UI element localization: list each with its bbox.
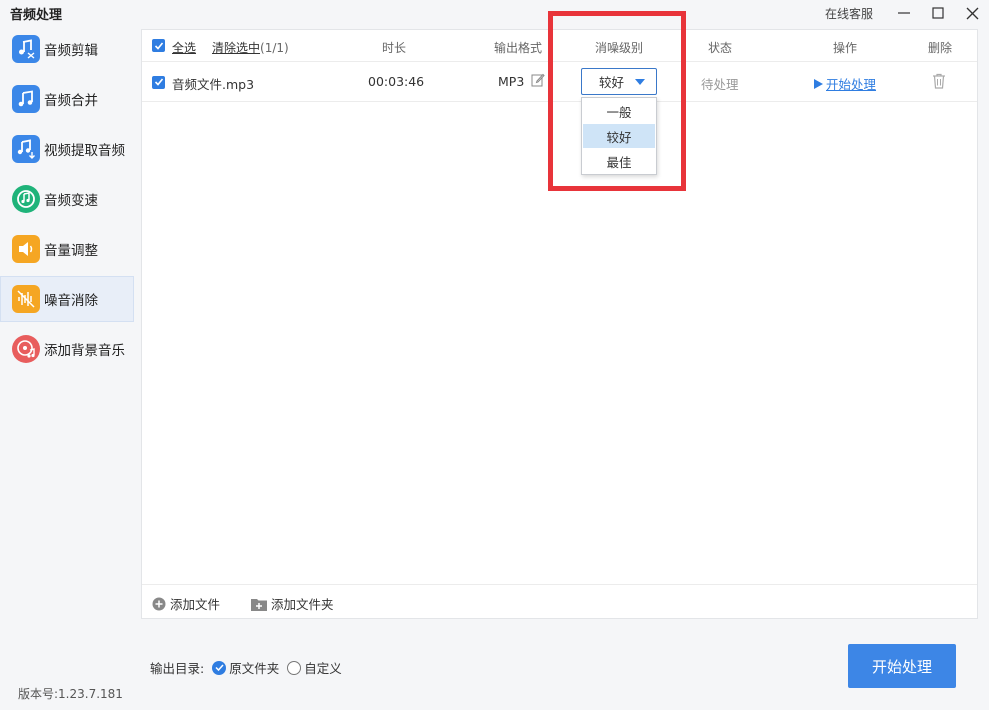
header-delete: 删除 xyxy=(928,41,953,55)
sidebar-item-noise-removal[interactable]: 噪音消除 xyxy=(0,276,134,322)
speed-gauge-icon xyxy=(12,185,40,213)
radio-custom[interactable] xyxy=(287,660,302,675)
disc-music-icon xyxy=(12,335,40,363)
sidebar-item-label: 音量调整 xyxy=(44,243,98,259)
sidebar-item-video-extract[interactable]: 视频提取音频 xyxy=(0,126,134,172)
option-good[interactable]: 较好 xyxy=(583,124,655,148)
select-all-link[interactable]: 全选 xyxy=(172,39,196,56)
check-icon xyxy=(152,75,165,89)
trash-icon xyxy=(933,73,945,89)
delete-button[interactable] xyxy=(932,73,946,92)
sidebar-item-label: 音频剪辑 xyxy=(44,43,98,59)
noise-level-select[interactable]: 较好 xyxy=(581,68,657,95)
output-directory: 输出目录: 原文件夹 自定义 xyxy=(150,658,342,677)
header-action: 操作 xyxy=(833,41,858,55)
add-file-button[interactable]: 添加文件 xyxy=(152,594,220,613)
file-status: 待处理 xyxy=(701,77,739,92)
noise-level-value: 较好 xyxy=(599,75,625,90)
minimize-button[interactable] xyxy=(887,1,921,25)
noise-wave-icon xyxy=(12,285,40,313)
caret-down-icon xyxy=(635,79,645,85)
sidebar-item-label: 噪音消除 xyxy=(44,293,98,309)
add-folder-button[interactable]: 添加文件夹 xyxy=(251,594,334,613)
online-service-link[interactable]: 在线客服 xyxy=(825,5,873,22)
row-checkbox[interactable] xyxy=(152,75,165,90)
sidebar-item-label: 添加背景音乐 xyxy=(44,343,125,359)
sidebar-item-label: 音频合并 xyxy=(44,93,98,109)
noise-level-dropdown: 一般 较好 最佳 xyxy=(581,97,657,175)
header-status: 状态 xyxy=(708,41,733,55)
custom-label: 自定义 xyxy=(304,661,342,676)
start-process-link[interactable]: 开始处理 xyxy=(814,74,876,93)
option-normal[interactable]: 一般 xyxy=(583,99,655,123)
bottom-toolbar: 添加文件 添加文件夹 xyxy=(142,584,977,618)
radio-original-folder[interactable] xyxy=(212,660,227,675)
play-icon xyxy=(814,78,823,89)
maximize-icon xyxy=(932,7,944,19)
add-file-label: 添加文件 xyxy=(170,597,221,612)
original-folder-label: 原文件夹 xyxy=(229,661,280,676)
clear-selected-link[interactable]: 清除选中 xyxy=(212,41,260,55)
file-duration: 00:03:46 xyxy=(368,74,425,89)
edit-icon xyxy=(531,73,545,87)
maximize-button[interactable] xyxy=(921,1,955,25)
plus-circle-icon xyxy=(152,597,166,610)
option-best[interactable]: 最佳 xyxy=(583,149,655,173)
title-bar: 音频处理 在线客服 xyxy=(0,0,989,26)
sidebar-item-audio-speed[interactable]: 音频变速 xyxy=(0,176,134,222)
table-header: 全选 清除选中(1/1) 时长 输出格式 消噪级别 状态 操作 删除 xyxy=(142,30,977,62)
output-label: 输出目录: xyxy=(150,661,205,676)
music-download-icon xyxy=(12,135,40,163)
start-process-label: 开始处理 xyxy=(826,77,877,92)
close-button[interactable] xyxy=(955,1,989,25)
header-format: 输出格式 xyxy=(494,41,543,55)
header-level: 消噪级别 xyxy=(595,41,644,55)
header-duration: 时长 xyxy=(382,41,407,55)
app-title: 音频处理 xyxy=(10,8,63,23)
music-scissors-icon xyxy=(12,35,40,63)
sidebar-item-audio-cut[interactable]: 音频剪辑 xyxy=(0,26,134,72)
music-note-icon xyxy=(12,85,40,113)
minimize-icon xyxy=(898,12,910,14)
start-process-button[interactable]: 开始处理 xyxy=(848,644,956,688)
sidebar-item-background-music[interactable]: 添加背景音乐 xyxy=(0,326,134,372)
speaker-icon xyxy=(12,235,40,263)
add-folder-label: 添加文件夹 xyxy=(271,597,334,612)
sidebar-item-label: 视频提取音频 xyxy=(44,143,125,159)
sidebar-item-volume[interactable]: 音量调整 xyxy=(0,226,134,272)
sidebar-item-label: 音频变速 xyxy=(44,193,98,209)
edit-format-button[interactable] xyxy=(531,73,545,90)
check-icon xyxy=(152,39,165,52)
sidebar: 音频剪辑 音频合并 视频提取音频 音频变速 音量调整 噪音消除 添加背景音乐 xyxy=(0,26,134,376)
file-name: 音频文件.mp3 xyxy=(172,77,255,92)
sidebar-item-audio-merge[interactable]: 音频合并 xyxy=(0,76,134,122)
select-all-checkbox[interactable] xyxy=(152,39,165,54)
check-icon xyxy=(215,664,224,672)
folder-plus-icon xyxy=(251,598,267,611)
close-icon xyxy=(966,7,978,19)
file-list-panel: 全选 清除选中(1/1) 时长 输出格式 消噪级别 状态 操作 删除 音频文件.… xyxy=(141,11,978,619)
version-label: 版本号:1.23.7.181 xyxy=(18,687,123,701)
file-format: MP3 xyxy=(498,74,525,89)
selected-count: (1/1) xyxy=(260,41,289,55)
table-row: 音频文件.mp3 00:03:46 MP3 待处理 开始处理 xyxy=(142,62,977,102)
